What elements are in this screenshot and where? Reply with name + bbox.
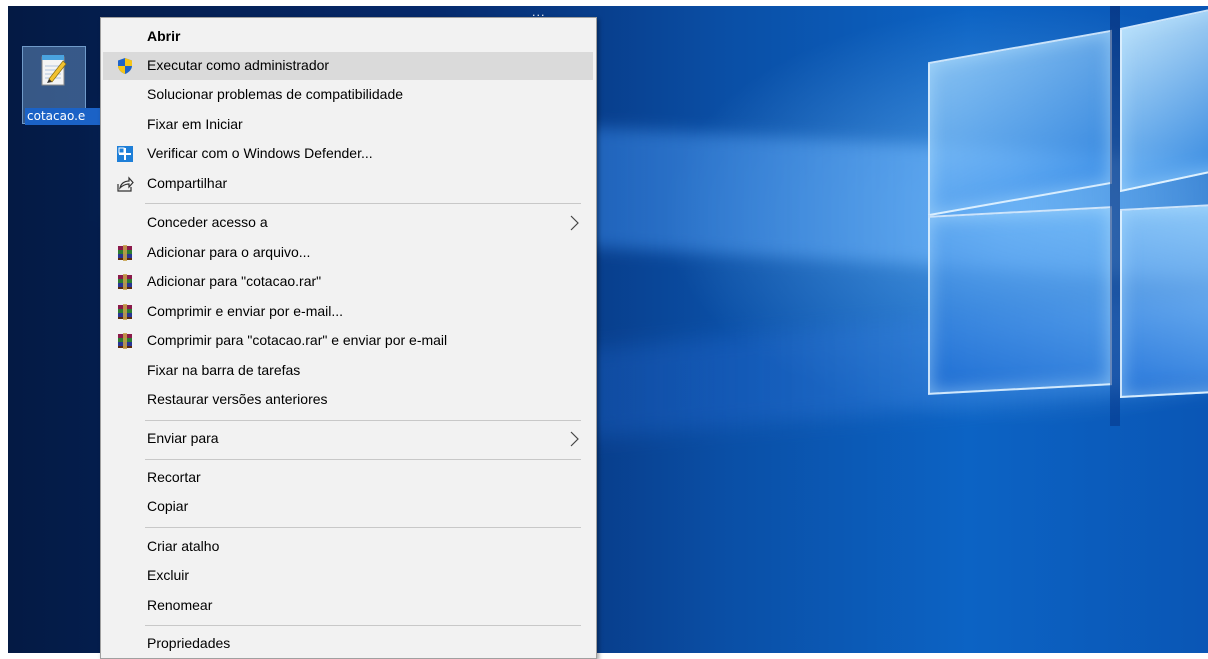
chevron-right-icon <box>570 431 579 447</box>
menu-item-send-to[interactable]: Enviar para <box>103 425 593 453</box>
menu-item-label: Adicionar para "cotacao.rar" <box>147 273 322 289</box>
share-icon <box>117 176 134 192</box>
menu-item-give-access[interactable]: Conceder acesso a <box>103 209 593 237</box>
menu-item-add-to-archive[interactable]: Adicionar para o arquivo... <box>103 239 593 267</box>
menu-item-label: Renomear <box>147 597 213 613</box>
menu-item-label: Recortar <box>147 469 201 485</box>
menu-separator <box>145 420 581 421</box>
notepad-file-icon <box>41 55 67 86</box>
menu-item-run-as-admin[interactable]: Executar como administrador <box>103 52 593 80</box>
menu-item-cut[interactable]: Recortar <box>103 464 593 492</box>
context-menu: Abrir Executar como administrador Soluci… <box>100 17 597 659</box>
menu-item-label: Executar como administrador <box>147 57 330 73</box>
menu-item-label: Abrir <box>147 28 181 44</box>
uac-shield-icon <box>118 58 132 74</box>
windows-logo-pane <box>928 206 1112 395</box>
menu-item-label: Compartilhar <box>147 175 228 191</box>
menu-item-pin-to-taskbar[interactable]: Fixar na barra de tarefas <box>103 357 593 385</box>
menu-item-label: Excluir <box>147 567 190 583</box>
menu-item-copy[interactable]: Copiar <box>103 493 593 521</box>
menu-separator <box>145 459 581 460</box>
menu-item-label: Comprimir e enviar por e-mail... <box>147 303 344 319</box>
menu-item-compress-to-rar-and-email[interactable]: Comprimir para "cotacao.rar" e enviar po… <box>103 327 593 355</box>
desktop-file-icon[interactable]: cotacao.e <box>22 46 117 125</box>
windows-logo-pane <box>928 29 1112 217</box>
menu-item-label: Fixar em Iniciar <box>147 116 243 132</box>
windows-logo-pane <box>1120 6 1208 193</box>
menu-item-label: Conceder acesso a <box>147 214 268 230</box>
menu-item-label: Restaurar versões anteriores <box>147 391 328 407</box>
menu-item-share[interactable]: Compartilhar <box>103 170 593 198</box>
menu-item-rename[interactable]: Renomear <box>103 592 593 620</box>
menu-item-pin-to-start[interactable]: Fixar em Iniciar <box>103 111 593 139</box>
menu-item-label: Propriedades <box>147 635 231 651</box>
menu-item-troubleshoot-compatibility[interactable]: Solucionar problemas de compatibilidade <box>103 81 593 109</box>
menu-item-properties[interactable]: Propriedades <box>103 630 593 658</box>
menu-item-scan-defender[interactable]: Verificar com o Windows Defender... <box>103 140 593 168</box>
chevron-right-icon <box>570 215 579 231</box>
windows-defender-icon <box>117 146 133 162</box>
menu-item-label: Verificar com o Windows Defender... <box>147 145 373 161</box>
menu-separator <box>145 625 581 626</box>
menu-item-label: Enviar para <box>147 430 219 446</box>
menu-separator <box>145 527 581 528</box>
menu-item-compress-and-email[interactable]: Comprimir e enviar por e-mail... <box>103 298 593 326</box>
windows-logo-pane <box>1120 203 1208 398</box>
menu-item-label: Criar atalho <box>147 538 220 554</box>
menu-item-label: Adicionar para o arquivo... <box>147 244 311 260</box>
winrar-icon <box>118 245 132 261</box>
menu-item-create-shortcut[interactable]: Criar atalho <box>103 533 593 561</box>
menu-item-label: Fixar na barra de tarefas <box>147 362 301 378</box>
winrar-icon <box>118 304 132 320</box>
winrar-icon <box>118 333 132 349</box>
winrar-icon <box>118 274 132 290</box>
menu-item-delete[interactable]: Excluir <box>103 562 593 590</box>
menu-separator <box>145 203 581 204</box>
menu-item-add-to-cotacao-rar[interactable]: Adicionar para "cotacao.rar" <box>103 268 593 296</box>
windows-logo-divider <box>1110 6 1120 426</box>
menu-item-label: Copiar <box>147 498 189 514</box>
menu-item-abrir[interactable]: Abrir <box>103 23 593 51</box>
menu-item-restore-previous-versions[interactable]: Restaurar versões anteriores <box>103 386 593 414</box>
menu-item-label: Solucionar problemas de compatibilidade <box>147 86 404 102</box>
menu-item-label: Comprimir para "cotacao.rar" e enviar po… <box>147 332 448 348</box>
